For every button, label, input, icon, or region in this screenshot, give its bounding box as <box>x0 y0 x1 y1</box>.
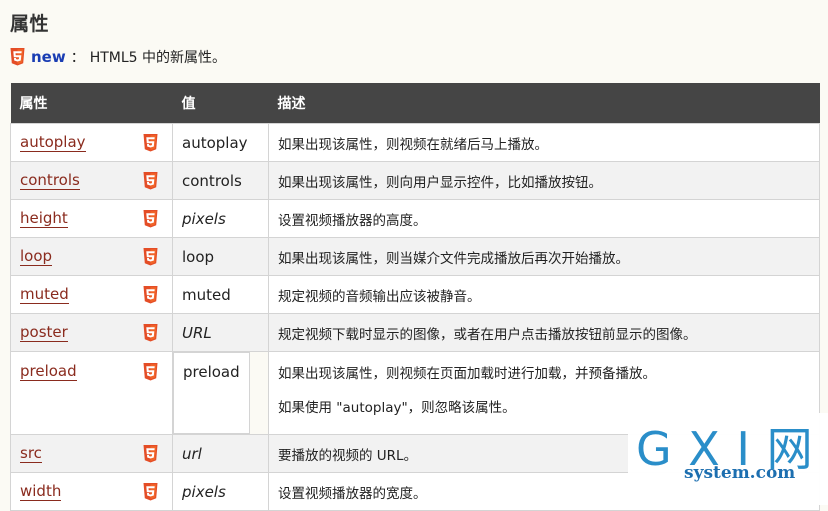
attribute-cell: autoplay <box>10 123 173 162</box>
attribute-cell: controls <box>10 161 173 200</box>
value-cell: autoplay <box>172 123 269 162</box>
table-row: height pixels 设置视频播放器的高度。 <box>10 199 820 238</box>
attribute-link-src[interactable]: src <box>20 444 42 463</box>
html5-icon <box>143 209 158 228</box>
html5-icon <box>143 133 158 152</box>
value-cell: controls <box>172 161 269 200</box>
html5-icon <box>143 444 158 463</box>
header-value: 值 <box>172 83 269 124</box>
description-cell: 规定视频下载时显示的图像，或者在用户点击播放按钮前显示的图像。 <box>268 313 820 352</box>
value-cell: pixels <box>172 199 269 238</box>
watermark-domain: system.com <box>684 463 796 483</box>
description-cell: 设置视频播放器的高度。 <box>268 199 820 238</box>
attribute-link-muted[interactable]: muted <box>20 285 69 304</box>
attribute-cell: muted <box>10 275 173 314</box>
attribute-link-width[interactable]: width <box>20 482 62 501</box>
attribute-link-preload[interactable]: preload <box>20 362 77 381</box>
description-text: 设置视频播放器的高度。 <box>278 212 427 229</box>
attribute-cell: src <box>10 434 173 473</box>
table-row: poster URL 规定视频下载时显示的图像，或者在用户点击播放按钮前显示的图像。 <box>10 313 820 352</box>
html5-icon <box>143 362 158 381</box>
value-cell: URL <box>172 313 269 352</box>
value-cell: loop <box>172 237 269 276</box>
page-title: 属性 <box>10 13 50 35</box>
html5-icon <box>143 171 158 190</box>
description-cell: 规定视频的音频输出应该被静音。 <box>268 275 820 314</box>
html5-icon <box>143 482 158 501</box>
attribute-link-poster[interactable]: poster <box>20 323 68 342</box>
table-header-row: 属性 值 描述 <box>10 83 820 124</box>
attribute-link-height[interactable]: height <box>20 209 68 228</box>
html5-icon <box>143 285 158 304</box>
new-attribute-note: new ： HTML5 中的新属性。 <box>10 46 226 68</box>
table-row: autoplay autoplay 如果出现该属性，则视频在就绪后马上播放。 <box>10 123 820 162</box>
attribute-cell: preload <box>10 351 173 435</box>
description-text: 如果出现该属性，则视频在就绪后马上播放。 <box>278 136 548 153</box>
watermark: G X I 网 system.com <box>628 413 828 505</box>
table-row: loop loop 如果出现该属性，则当媒介文件完成播放后再次开始播放。 <box>10 237 820 276</box>
value-cell: url <box>172 434 269 473</box>
new-description: HTML5 中的新属性。 <box>89 50 227 66</box>
description-cell: 如果出现该属性，则当媒介文件完成播放后再次开始播放。 <box>268 237 820 276</box>
header-attribute: 属性 <box>10 83 173 124</box>
description-cell: 如果出现该属性，则向用户显示控件，比如播放按钮。 <box>268 161 820 200</box>
html5-icon <box>10 48 25 66</box>
value-cell: muted <box>172 275 269 314</box>
description-cell: 如果出现该属性，则视频在就绪后马上播放。 <box>268 123 820 162</box>
description-text: 规定视频下载时显示的图像，或者在用户点击播放按钮前显示的图像。 <box>278 326 697 343</box>
html5-icon <box>143 247 158 266</box>
html5-icon <box>143 323 158 342</box>
description-text: 如果出现该属性，则当媒介文件完成播放后再次开始播放。 <box>278 250 629 267</box>
new-colon: ： <box>70 50 85 66</box>
table-row: controls controls 如果出现该属性，则向用户显示控件，比如播放按钮。 <box>10 161 820 200</box>
attribute-cell: height <box>10 199 173 238</box>
description-text: 如果出现该属性，则视频在页面加载时进行加载，并预备播放。 <box>278 366 656 382</box>
description-text: 规定视频的音频输出应该被静音。 <box>278 288 481 305</box>
attribute-cell: poster <box>10 313 173 352</box>
attribute-link-controls[interactable]: controls <box>20 171 80 190</box>
header-description: 描述 <box>268 83 820 124</box>
new-label: new <box>31 48 66 66</box>
description-text: 如果出现该属性，则向用户显示控件，比如播放按钮。 <box>278 174 602 191</box>
table-row: muted muted 规定视频的音频输出应该被静音。 <box>10 275 820 314</box>
attribute-link-loop[interactable]: loop <box>20 247 53 266</box>
attribute-link-autoplay[interactable]: autoplay <box>20 133 86 152</box>
value-cell: preload <box>173 352 250 434</box>
attribute-cell: loop <box>10 237 173 276</box>
